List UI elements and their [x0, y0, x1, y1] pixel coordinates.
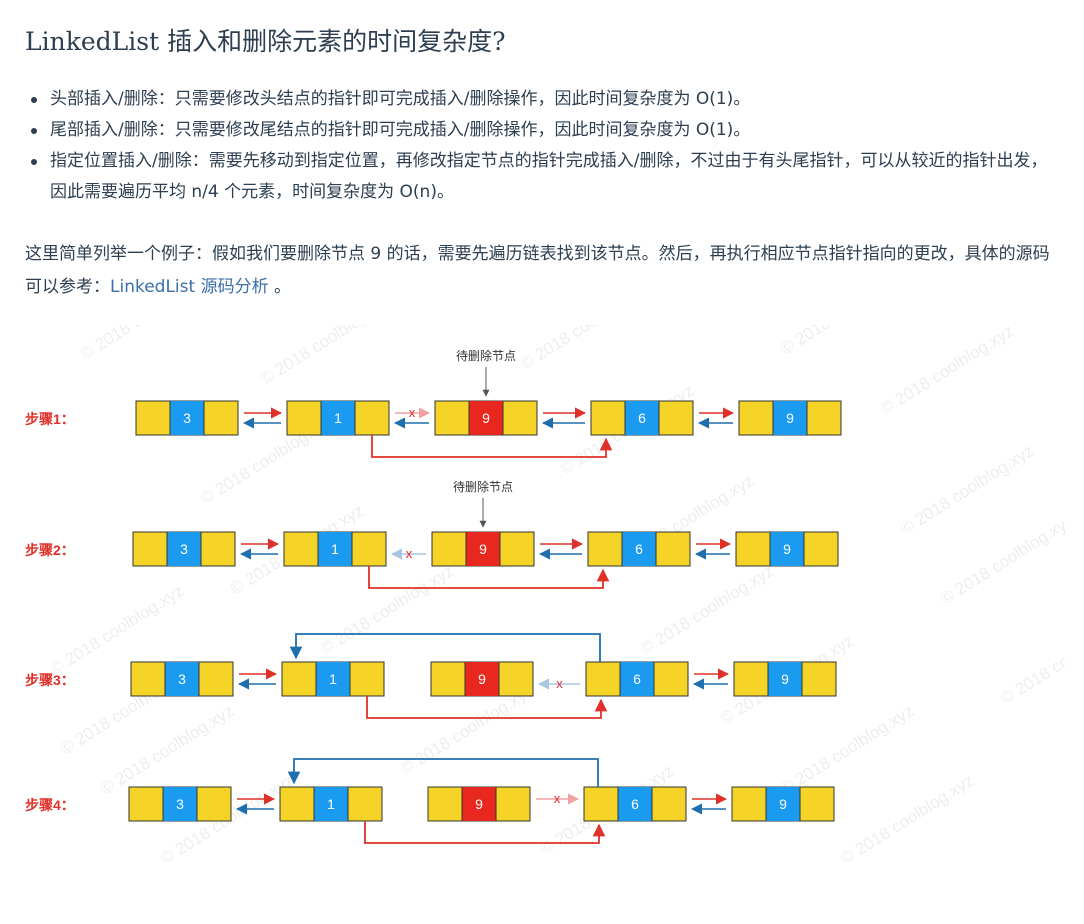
delete-target-label: 待删除节点	[453, 479, 513, 494]
bullet-dot	[31, 97, 37, 103]
pointer-cut-mark: x	[554, 791, 561, 806]
list-item: 头部插入/删除：只需要修改头结点的指针即可完成插入/删除操作，因此时间复杂度为 …	[25, 84, 1055, 115]
intro-paragraph: 这里简单列举一个例子：假如我们要删除节点 9 的话，需要先遍历链表找到该节点。然…	[25, 238, 1060, 304]
list-item-text: 头部插入/删除：只需要修改头结点的指针即可完成插入/删除操作，因此时间复杂度为 …	[50, 89, 751, 109]
node-value: 6	[635, 541, 643, 557]
linked-list-deletion-diagram: © 2018 coolblog.xyz © 2018 coolblog.xyz© …	[25, 325, 1065, 868]
node-value: 3	[178, 671, 186, 687]
page-heading: LinkedList 插入和删除元素的时间复杂度?	[25, 27, 506, 56]
intro-suffix: 。	[268, 277, 291, 297]
bypass-prev-arrow	[287, 758, 599, 787]
list-item-text: 尾部插入/删除：只需要修改尾结点的指针即可完成插入/删除操作，因此时间复杂度为 …	[50, 120, 751, 140]
list-item: 指定位置插入/删除：需要先移动到指定位置，再修改指定节点的指针完成插入/删除，不…	[25, 146, 1055, 208]
watermark-text: © 2018 coolblog.xyz	[897, 441, 1037, 538]
bullet-dot	[31, 128, 37, 134]
node-value: 1	[331, 541, 339, 557]
watermark-text: © 2018 coolblog.xyz	[317, 561, 457, 658]
node-value: 9	[781, 671, 789, 687]
node-value: 1	[329, 671, 337, 687]
node-value: 3	[183, 410, 191, 426]
watermark-text: © 2018 coolblog.xyz	[77, 325, 217, 363]
pointer-cut-mark: x	[409, 405, 416, 420]
bullet-dot	[31, 159, 37, 165]
pointer-cut-mark: x	[556, 676, 563, 691]
node-value: 9	[478, 671, 486, 687]
watermark-text: © 2018 coolblog.xyz	[777, 701, 917, 798]
node-value: 9	[786, 410, 794, 426]
complexity-list: 头部插入/删除：只需要修改头结点的指针即可完成插入/删除操作，因此时间复杂度为 …	[25, 84, 1055, 208]
node-value: 9	[779, 796, 787, 812]
list-item-text: 指定位置插入/删除：需要先移动到指定位置，再修改指定节点的指针完成插入/删除，不…	[50, 151, 1048, 202]
node-value: 9	[475, 796, 483, 812]
node-value: 6	[631, 796, 639, 812]
step-label: 步骤1：	[25, 411, 75, 427]
watermark-text: © 2018 coolblog.xyz	[937, 511, 1065, 608]
bypass-next-arrow	[368, 566, 610, 589]
node-value: 6	[633, 671, 641, 687]
watermark-text: © 2018 coolblog.xyz	[837, 771, 977, 868]
node-value: 9	[482, 410, 490, 426]
step-label: 步骤3：	[25, 672, 75, 688]
watermark-text: © 2018 coolblog.xyz	[777, 325, 917, 358]
watermark-text: © 2018 coolblog.xyz	[257, 325, 397, 388]
node-value: 3	[180, 541, 188, 557]
step-label: 步骤4：	[25, 797, 75, 813]
node-value: 9	[479, 541, 487, 557]
step-label: 步骤2：	[25, 542, 75, 558]
node-value: 3	[176, 796, 184, 812]
node-value: 1	[334, 410, 342, 426]
watermark-text: © 2018 coolblog.xyz	[877, 325, 1017, 418]
list-item: 尾部插入/删除：只需要修改尾结点的指针即可完成插入/删除操作，因此时间复杂度为 …	[25, 115, 1055, 146]
watermark-text: © 2018 coolblog.xyz	[517, 325, 657, 373]
node-value: 1	[327, 796, 335, 812]
watermark-text: © 2018 coolblog.xyz	[637, 561, 777, 658]
node-value: 6	[638, 410, 646, 426]
watermark-text: © 2018 coolblog.xyz	[997, 611, 1065, 708]
source-analysis-link[interactable]: LinkedList 源码分析	[110, 277, 269, 297]
delete-target-label: 待删除节点	[456, 348, 516, 363]
pointer-cut-mark: x	[406, 546, 413, 561]
node-value: 9	[783, 541, 791, 557]
